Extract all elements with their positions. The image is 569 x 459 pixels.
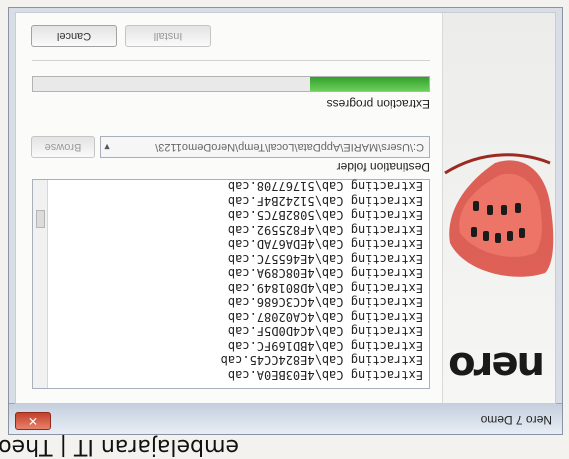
scrollbar-thumb[interactable] (36, 210, 45, 228)
nero-banner: nero (442, 13, 555, 403)
chevron-down-icon[interactable]: ▼ (99, 136, 115, 158)
log-line: Extracting Cab\4D801849.cab (227, 281, 423, 295)
close-button[interactable]: ✕ (15, 412, 51, 430)
log-line: Extracting Cab\4CC3C686.cab (227, 295, 423, 310)
screen: embelajaran IT | Theory Nero 7 Demo ✕ ne… (0, 0, 569, 459)
extraction-log[interactable]: Extracting Cab\4E03BE0A.cab Extracting Ca… (32, 179, 430, 389)
log-line: Extracting Cab\4F825592.cab (227, 223, 423, 237)
log-line: Extracting Cab\4E03BE0A.cab (227, 368, 423, 382)
log-line: Extracting Cab\4EDA67AD.cab (227, 237, 423, 252)
log-line: Extracting Cab\51767708.cab (227, 179, 423, 194)
installer-window: Nero 7 Demo ✕ nero Extracting Cab\4E03BE… (8, 7, 563, 435)
progress-fill (310, 77, 429, 91)
log-lines: Extracting Cab\4E03BE0A.cab Extracting Ca… (51, 179, 423, 383)
log-line: Extracting Cab\4BD169FC.cab (227, 339, 423, 353)
banner-artwork (444, 153, 554, 277)
nero-logo: nero (450, 343, 545, 389)
log-line: Extracting Cab\4E46557C.cab (227, 252, 423, 266)
log-line: Extracting Cab\4CA02087.cab (227, 310, 423, 324)
log-line: Extracting Cab\51242B4F.cab (227, 194, 423, 208)
divider (32, 60, 430, 61)
close-icon: ✕ (27, 414, 39, 428)
log-line: Extracting Cab\4C4D0D5F.cab (227, 324, 423, 339)
title-bar: Nero 7 Demo ✕ (9, 403, 562, 434)
browse-button[interactable]: Browse (31, 136, 95, 158)
install-button[interactable]: Install (125, 25, 211, 47)
log-line: Extracting Cab\4E08C89A.cab (227, 266, 423, 281)
extraction-progress-bar (32, 76, 430, 92)
log-line: Extracting Cab\5082B7C5.cab (227, 208, 423, 223)
progress-label: Extraction progress (326, 97, 430, 111)
cancel-button[interactable]: Cancel (31, 25, 117, 47)
window-title: Nero 7 Demo (480, 413, 552, 427)
destination-path-field[interactable]: C:\Users\MARIE\AppData\Local\Temp\NeroDe… (100, 136, 430, 158)
destination-label: Destination folder (336, 160, 430, 174)
installer-body: nero Extracting Cab\4E03BE0A.cab Extract… (15, 12, 556, 404)
log-line: Extracting Cab\4E824CC45.cab (220, 353, 423, 368)
log-scrollbar[interactable] (33, 180, 48, 388)
